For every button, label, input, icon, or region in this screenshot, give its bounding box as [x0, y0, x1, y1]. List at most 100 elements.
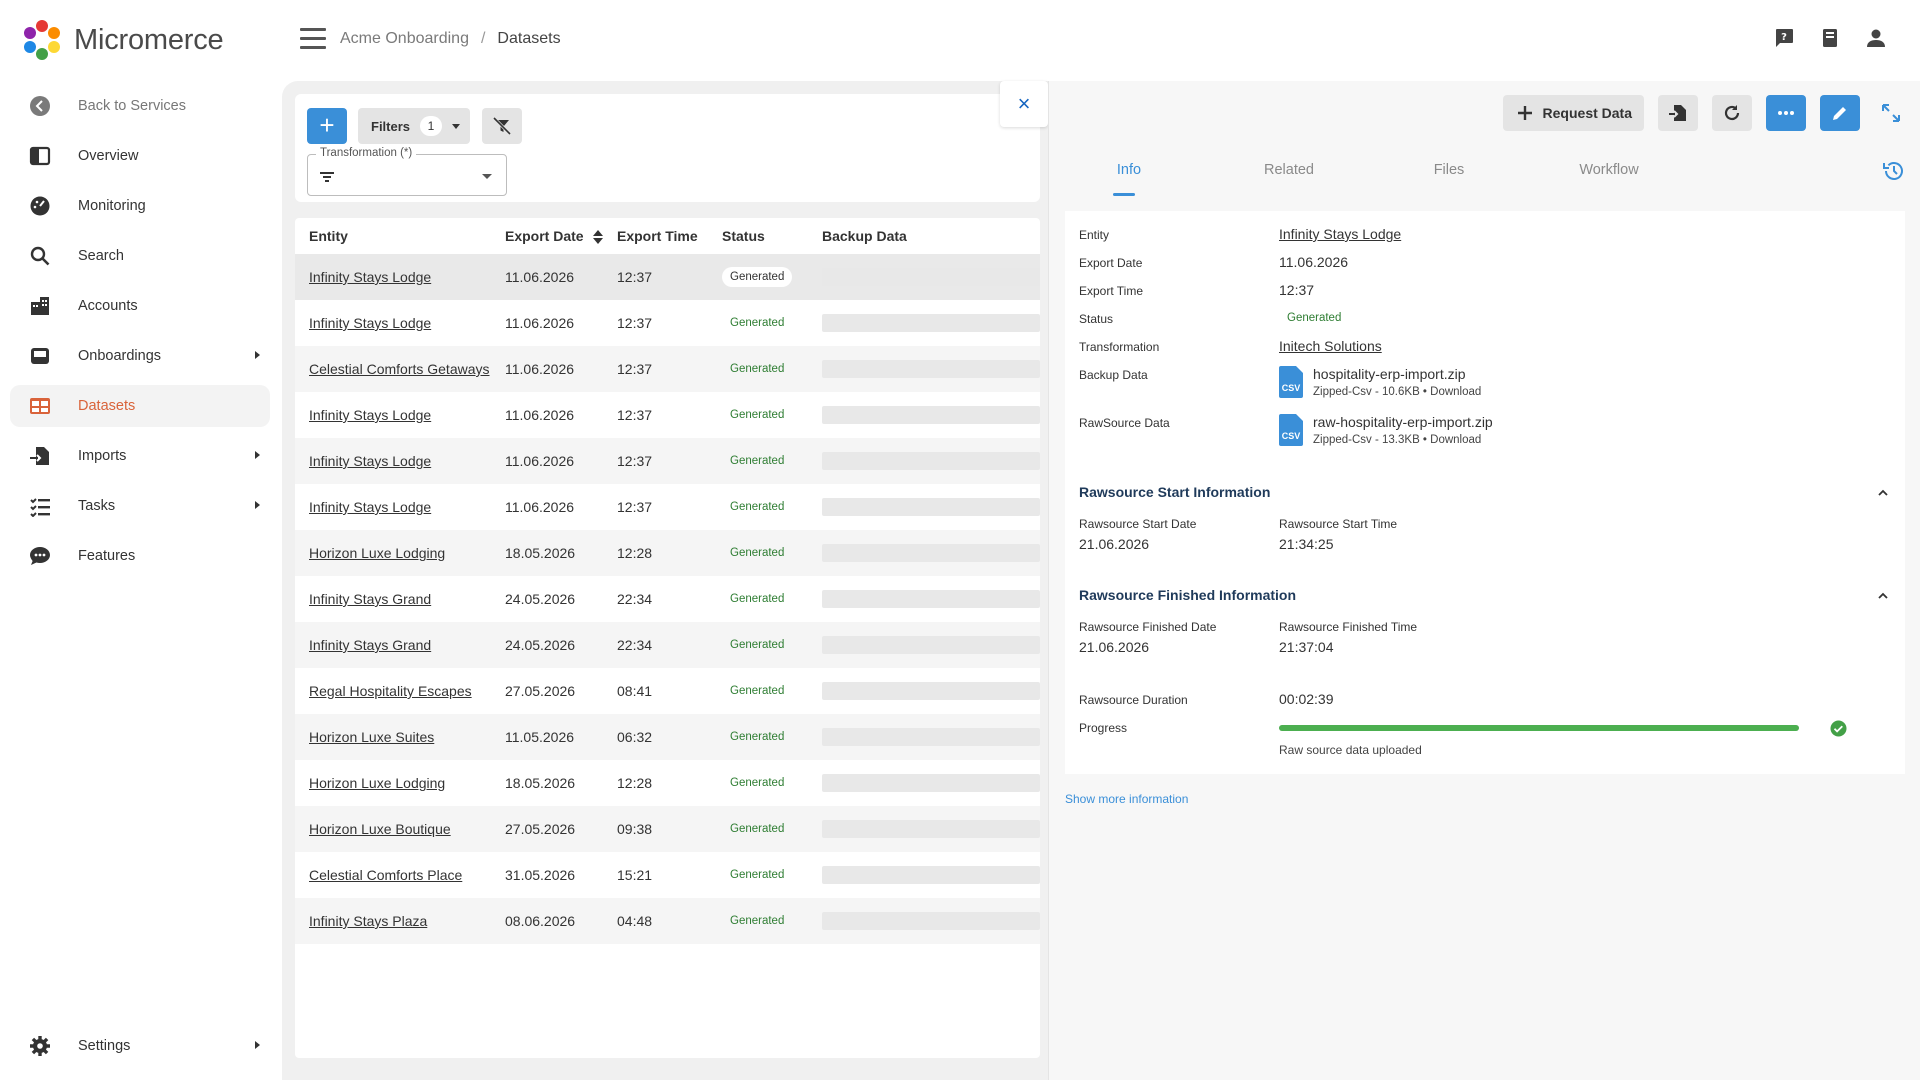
entity-link[interactable]: Regal Hospitality Escapes — [309, 683, 472, 699]
column-header-export-date[interactable]: Export Date — [505, 228, 617, 245]
user-icon[interactable] — [1864, 26, 1888, 50]
sidebar-item-label: Tasks — [78, 498, 116, 514]
entity-link[interactable]: Infinity Stays Lodge — [1279, 226, 1401, 242]
sidebar-item-tasks[interactable]: Tasks — [10, 485, 270, 527]
close-detail-button[interactable]: × — [1000, 81, 1048, 127]
table-row[interactable]: Horizon Luxe Lodging 18.05.2026 12:28 Gener… — [295, 760, 1040, 806]
pencil-icon — [1833, 107, 1846, 120]
app-name: Micromerce — [74, 23, 224, 56]
cell-status: Generated — [722, 773, 822, 793]
table-row[interactable]: Infinity Stays Grand 24.05.2026 22:34 Gener… — [295, 576, 1040, 622]
transformation-select[interactable]: Transformation (*) — [307, 147, 507, 196]
expand-icon[interactable] — [1880, 102, 1902, 124]
menu-toggle-icon[interactable] — [300, 28, 326, 50]
table-row[interactable]: Regal Hospitality Escapes 27.05.2026 08:41… — [295, 668, 1040, 714]
backup-file[interactable]: CSV hospitality-erp-import.zip Zipped-Cs… — [1279, 366, 1481, 398]
cell-entity: Infinity Stays Grand — [295, 591, 505, 607]
breadcrumb-parent-link[interactable]: Acme Onboarding — [340, 30, 469, 48]
entity-link[interactable]: Horizon Luxe Boutique — [309, 821, 451, 837]
entity-link[interactable]: Infinity Stays Plaza — [309, 913, 427, 929]
transformation-link[interactable]: Initech Solutions — [1279, 338, 1382, 354]
cell-backup-data — [822, 912, 1040, 930]
entity-link[interactable]: Infinity Stays Grand — [309, 637, 431, 653]
more-horizontal-icon — [1778, 111, 1794, 115]
sort-icon — [593, 230, 604, 245]
label-export-date: Export Date — [1079, 256, 1143, 270]
book-icon[interactable] — [1818, 26, 1842, 50]
filter-list-icon — [320, 172, 334, 182]
table-row[interactable]: Infinity Stays Lodge 11.06.2026 12:37 Gener… — [295, 484, 1040, 530]
table-row[interactable]: Infinity Stays Lodge 11.06.2026 12:37 Gener… — [295, 300, 1040, 346]
sidebar-item-overview[interactable]: Overview — [10, 135, 270, 177]
edit-button[interactable] — [1820, 95, 1860, 131]
entity-link[interactable]: Infinity Stays Lodge — [309, 315, 431, 331]
sidebar-item-imports[interactable]: Imports — [10, 435, 270, 477]
entity-link[interactable]: Celestial Comforts Getaways — [309, 361, 490, 377]
tab-info[interactable]: Info — [1049, 146, 1209, 196]
table-row[interactable]: Horizon Luxe Lodging 18.05.2026 12:28 Gener… — [295, 530, 1040, 576]
backup-file-download-link[interactable]: Zipped-Csv - 10.6KB • Download — [1313, 386, 1481, 398]
entity-link[interactable]: Horizon Luxe Lodging — [309, 775, 445, 791]
entity-link[interactable]: Infinity Stays Grand — [309, 591, 431, 607]
request-data-button[interactable]: Request Data — [1502, 95, 1644, 131]
cell-export-time: 04:48 — [617, 913, 653, 929]
sidebar-item-onboardings[interactable]: Onboardings — [10, 335, 270, 377]
import-file-button[interactable] — [1658, 95, 1698, 131]
table-row[interactable]: Infinity Stays Lodge 11.06.2026 12:37 Gener… — [295, 438, 1040, 484]
sidebar-item-back-to-services[interactable]: Back to Services — [10, 85, 270, 127]
sidebar-item-monitoring[interactable]: Monitoring — [10, 185, 270, 227]
entity-link[interactable]: Horizon Luxe Lodging — [309, 545, 445, 561]
history-icon[interactable] — [1882, 159, 1906, 183]
clear-filters-button[interactable] — [482, 108, 522, 144]
more-options-button[interactable] — [1766, 95, 1806, 131]
entity-link[interactable]: Celestial Comforts Place — [309, 867, 462, 883]
entity-link[interactable]: Infinity Stays Lodge — [309, 269, 431, 285]
tab-files[interactable]: Files — [1369, 146, 1529, 196]
table-row[interactable]: Infinity Stays Grand 24.05.2026 22:34 Gener… — [295, 622, 1040, 668]
entity-link[interactable]: Infinity Stays Lodge — [309, 499, 431, 515]
status-badge: Generated — [722, 267, 793, 287]
app-logo[interactable]: Micromerce — [20, 18, 224, 62]
cell-entity: Horizon Luxe Lodging — [295, 775, 505, 791]
column-header-status[interactable]: Status — [722, 228, 822, 244]
table-row[interactable]: Horizon Luxe Suites 11.05.2026 06:32 Genera… — [295, 714, 1040, 760]
sidebar-item-accounts[interactable]: Accounts — [10, 285, 270, 327]
caret-down-icon — [482, 174, 492, 179]
sidebar-item-settings[interactable]: Settings — [10, 1025, 270, 1067]
value-export-time: 12:37 — [1279, 282, 1315, 298]
chevron-up-icon[interactable] — [1876, 589, 1890, 603]
sidebar-item-label: Features — [78, 548, 136, 564]
table-row[interactable]: Horizon Luxe Boutique 27.05.2026 09:38 Gene… — [295, 806, 1040, 852]
table-row[interactable]: Infinity Stays Lodge 11.06.2026 12:37 Gener… — [295, 392, 1040, 438]
label-rawsource-duration: Rawsource Duration — [1079, 693, 1188, 707]
table-row[interactable]: Infinity Stays Plaza 08.06.2026 04:48 Gener… — [295, 898, 1040, 944]
add-button[interactable]: + — [307, 108, 347, 144]
rawsource-finished-section-title: Rawsource Finished Information — [1079, 587, 1297, 603]
cell-export-time: 22:34 — [617, 637, 653, 653]
sidebar-item-datasets[interactable]: Datasets — [10, 385, 270, 427]
raw-file[interactable]: CSV raw-hospitality-erp-import.zip Zippe… — [1279, 414, 1493, 446]
entity-link[interactable]: Horizon Luxe Suites — [309, 729, 434, 745]
raw-file-download-link[interactable]: Zipped-Csv - 13.3KB • Download — [1313, 434, 1493, 446]
column-header-backup-data[interactable]: Backup Data — [822, 228, 1040, 244]
sidebar-item-search[interactable]: Search — [10, 235, 270, 277]
entity-link[interactable]: Infinity Stays Lodge — [309, 453, 431, 469]
table-row[interactable]: Celestial Comforts Getaways 11.06.2026 12:… — [295, 346, 1040, 392]
cell-entity: Infinity Stays Lodge — [295, 269, 505, 285]
filters-button[interactable]: Filters 1 — [358, 108, 470, 144]
value-rawsource-finished-date: 21.06.2026 — [1079, 639, 1150, 655]
label-rawsource-finished-date: Rawsource Finished Date — [1079, 620, 1217, 634]
help-chat-icon[interactable]: ? — [1772, 26, 1796, 50]
show-more-information-link[interactable]: Show more information — [1065, 792, 1188, 806]
tab-workflow[interactable]: Workflow — [1529, 146, 1689, 196]
column-header-export-time[interactable]: Export Time — [617, 228, 722, 244]
tab-related[interactable]: Related — [1209, 146, 1369, 196]
cell-backup-data — [822, 314, 1040, 332]
table-row[interactable]: Celestial Comforts Place 31.05.2026 15:21 G… — [295, 852, 1040, 898]
column-header-entity[interactable]: Entity — [295, 228, 505, 244]
sidebar-item-features[interactable]: Features — [10, 535, 270, 577]
entity-link[interactable]: Infinity Stays Lodge — [309, 407, 431, 423]
chevron-up-icon[interactable] — [1876, 486, 1890, 500]
table-row[interactable]: Infinity Stays Lodge 11.06.2026 12:37 Gener… — [295, 254, 1040, 300]
refresh-button[interactable] — [1712, 95, 1752, 131]
